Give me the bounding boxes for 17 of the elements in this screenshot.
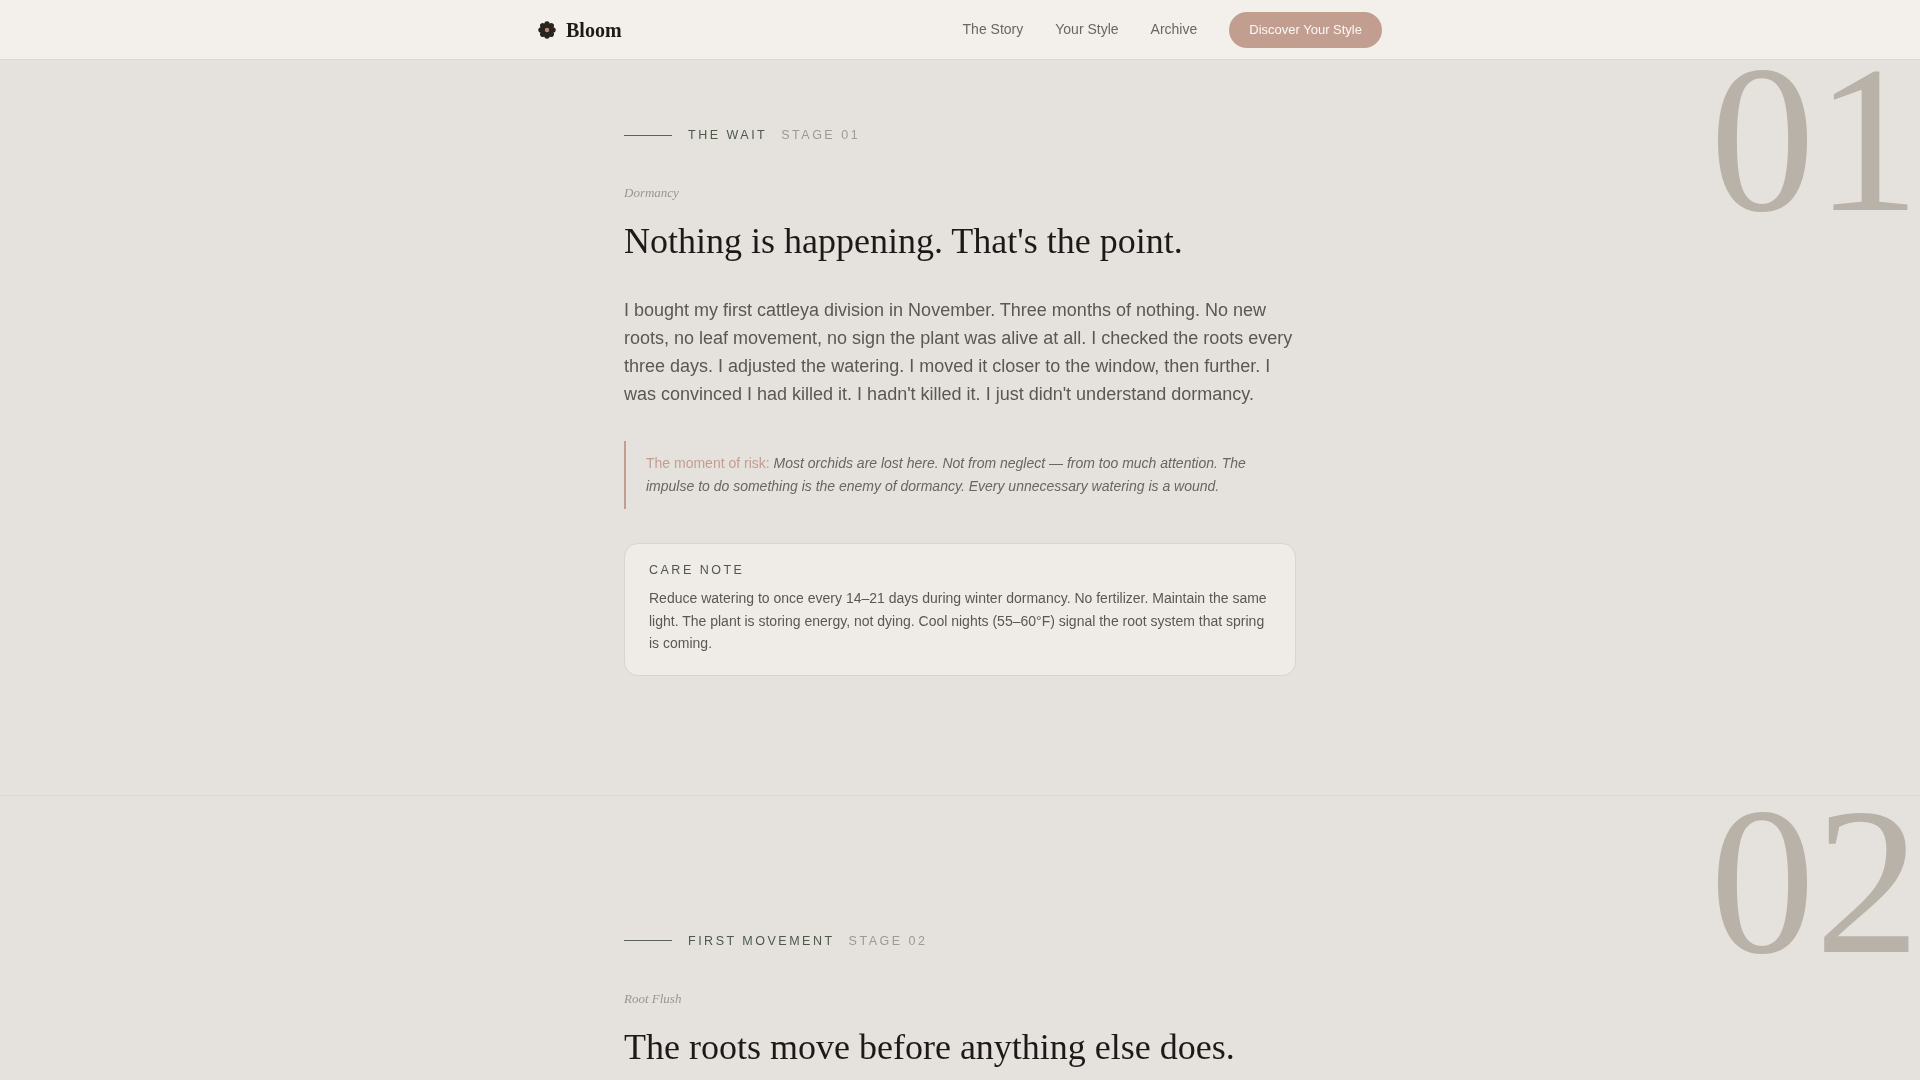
risk-callout: The moment of risk: Most orchids are lost here. Not from neglect — from too much attention. The impulse to do something is the enemy of dormancy. Every unnecessary watering is a wound.: [624, 441, 1296, 509]
stage-title: THE WAIT: [688, 127, 768, 144]
nav-link[interactable]: Your Style: [1055, 19, 1119, 40]
care-note-text: Reduce watering to once every 14–21 days during winter dormancy. No fertilizer. Maintain the same light. The plant is storing energy, not dying. Cool nights (55–60°F) signal the root system that spring is coming.: [649, 589, 1268, 653]
nav-link[interactable]: Archive: [1150, 19, 1198, 40]
care-note-title: CARE NOTE: [649, 562, 746, 579]
nav-link[interactable]: The Story: [962, 19, 1024, 40]
stage-subtitle: Dormancy: [624, 184, 680, 202]
stage-heading: The roots move before anything else does.: [624, 1025, 1236, 1069]
stage-heading: Nothing is happening. That's the point.: [624, 220, 1184, 263]
stage-label: STAGE 02: [848, 932, 928, 950]
stage-subtitle: Root Flush: [624, 989, 683, 1008]
story-paragraph: I bought my first cattleya division in November. Three months of nothing. No new roots, no leaf movement, no sign the plant was alive at all. I checked the roots every three days. I adjusted the watering. I moved it closer to the window, then further. I was convinced I had killed it. I hadn't killed it. I just didn't understand dormancy.: [624, 299, 1294, 406]
brand-link[interactable]: Bloom: [538, 14, 622, 45]
stage-title: FIRST MOVEMENT: [688, 932, 835, 950]
stage-label: STAGE 01: [781, 127, 861, 144]
flower-icon: [538, 20, 556, 39]
